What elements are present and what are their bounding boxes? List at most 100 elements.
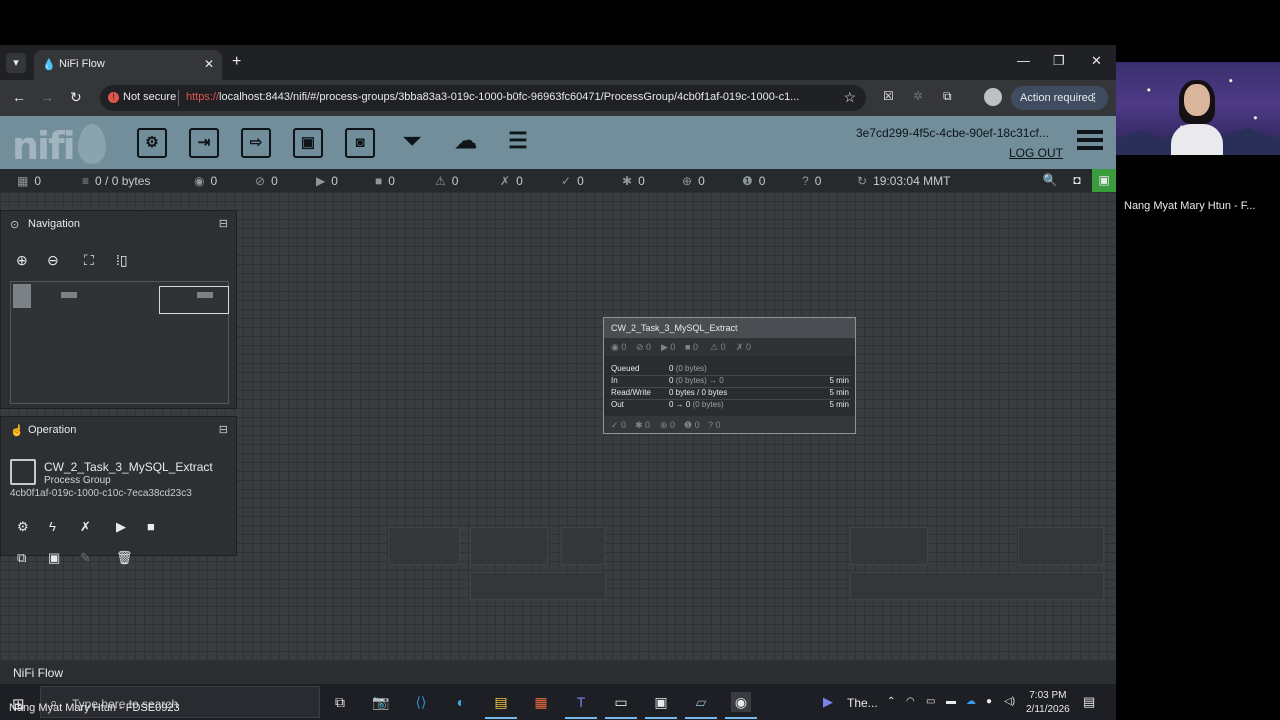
close-window-icon[interactable]: ✕ — [1091, 53, 1102, 69]
tab-close-icon[interactable]: ✕ — [204, 57, 214, 71]
notepad-icon[interactable]: ▱ — [691, 692, 711, 712]
remote-process-group-tool-icon[interactable]: ◙ — [345, 128, 375, 158]
app-window-icon[interactable]: ▣ — [651, 692, 671, 712]
bookmark-star-icon[interactable]: ☆ — [843, 89, 856, 106]
new-tab-button[interactable]: + — [232, 53, 241, 71]
tab-nifi-flow[interactable]: 💧 NiFi Flow ✕ — [34, 50, 222, 80]
funnel-tool-icon[interactable]: ⏷ — [397, 128, 427, 158]
divider — [178, 90, 179, 106]
process-group-title-bar[interactable]: CW_2_Task_3_MySQL_Extract — [604, 318, 855, 338]
navigation-header[interactable]: ⊙ Navigation ⊟ — [1, 211, 236, 239]
color-brush-icon[interactable]: ✎ — [80, 550, 91, 566]
actual-size-icon[interactable]: ⁞▯ — [116, 252, 128, 269]
extension-x-icon[interactable]: ☒ — [883, 89, 894, 103]
tab-title: NiFi Flow — [59, 58, 105, 70]
minimize-icon[interactable]: — — [1017, 53, 1030, 68]
process-group-tool-icon[interactable]: ▣ — [293, 128, 323, 158]
processor-tool-icon[interactable]: ⚙ — [137, 128, 167, 158]
copy-icon[interactable]: ⧉ — [17, 550, 26, 566]
breadcrumb-root[interactable]: NiFi Flow — [13, 666, 63, 680]
zoom-out-icon[interactable]: ⊖ — [47, 252, 59, 269]
last-refreshed[interactable]: ↻ 19:03:04 MMT — [857, 174, 950, 188]
active-indicator — [685, 717, 717, 719]
reload-icon[interactable]: ↻ — [70, 89, 82, 106]
participant-name: Nang Myat Mary Htun - FDSE0923 — [9, 702, 180, 714]
bulletin-board-icon[interactable]: ▣ — [1092, 169, 1116, 192]
zoom-meeting-icon[interactable]: ▶ — [823, 694, 833, 710]
forward-icon[interactable]: → — [40, 89, 54, 105]
configure-gear-icon[interactable]: ⚙ — [17, 519, 29, 535]
back-icon[interactable]: ← — [12, 89, 26, 105]
output-port-tool-icon[interactable]: ⇨ — [241, 128, 271, 158]
active-indicator — [605, 717, 637, 719]
navigation-title: Navigation — [28, 218, 80, 230]
group-icon[interactable]: ▣ — [48, 550, 60, 566]
nifi-drop-icon — [78, 124, 106, 164]
restore-icon[interactable]: ❐ — [1053, 53, 1065, 69]
canvas-shadow — [850, 527, 928, 565]
chevron-up-icon[interactable]: ⌃ — [887, 696, 895, 707]
search-icon[interactable]: 🔍 — [1038, 169, 1062, 192]
start-play-icon[interactable]: ▶ — [116, 519, 126, 535]
action-required-button[interactable]: Action required ⋮ — [1011, 86, 1108, 110]
edge-icon[interactable]: ◐ — [451, 692, 471, 712]
template-tool-icon[interactable]: ☁ — [451, 128, 481, 158]
stop-square-icon[interactable]: ■ — [147, 519, 155, 534]
vscode-icon[interactable]: ⟨⟩ — [411, 692, 431, 712]
terminal-icon[interactable]: ▭ — [611, 692, 631, 712]
volume-icon[interactable]: ◁) — [1004, 696, 1015, 707]
browser-toolbar: ← → ↻ ! Not secure https://localhost:844… — [0, 80, 1116, 116]
tab-bar: ▾ 💧 NiFi Flow ✕ + — ❐ ✕ — [0, 45, 1116, 80]
birdseye-view[interactable] — [10, 281, 229, 404]
disable-icon[interactable]: ✗ — [80, 519, 91, 535]
sync-failure-count: ? 0 — [802, 174, 822, 188]
microphone-icon[interactable]: ● — [986, 696, 992, 707]
zoom-in-icon[interactable]: ⊕ — [16, 252, 28, 269]
not-secure-label[interactable]: Not secure — [123, 91, 176, 103]
network-icon[interactable]: ◠ — [906, 696, 915, 707]
process-group-counts: ◉ 0 ⊘ 0 ▶ 0 ■ 0 ⚠ 0 ✗ 0 — [604, 338, 855, 356]
global-menu-icon[interactable] — [1077, 130, 1103, 150]
question-icon: ? — [802, 174, 809, 188]
tab-search-button[interactable]: ▾ — [6, 53, 26, 73]
url-text[interactable]: https://localhost:8443/nifi/#/process-gr… — [186, 91, 846, 103]
stopped-icon: ■ — [375, 174, 383, 188]
flow-canvas[interactable]: ⊙ Navigation ⊟ ⊕ ⊖ ⛶ ⁞▯ ☝ Operation ⊟ CW… — [0, 192, 1116, 661]
task-view-icon[interactable]: ⧉ — [330, 692, 350, 712]
winrar-icon[interactable]: ▦ — [531, 692, 551, 712]
collapse-icon[interactable]: ⊟ — [219, 423, 228, 436]
process-group-footer: ✓ 0 ✱ 0 ⊕ 0 ❶ 0 ? 0 — [604, 416, 855, 433]
collapse-icon[interactable]: ⊟ — [219, 217, 228, 230]
locally-modified-stale-count: ❶0 — [742, 174, 766, 188]
address-bar[interactable]: ! Not secure https://localhost:8443/nifi… — [100, 85, 866, 111]
input-port-tool-icon[interactable]: ⇥ — [189, 128, 219, 158]
enable-bolt-icon[interactable]: ϟ — [49, 519, 56, 534]
teams-icon[interactable]: T — [571, 692, 591, 712]
clock[interactable]: 7:03 PM 2/11/2026 — [1026, 689, 1070, 717]
running-count: ▶ 0 — [661, 342, 676, 352]
url-scheme: https:// — [186, 91, 220, 103]
transmitting-icon: ◉ — [194, 174, 205, 188]
onedrive-cloud-icon[interactable]: ☁ — [966, 696, 976, 707]
camera-icon[interactable]: ◘ — [1065, 169, 1089, 192]
chrome-icon[interactable]: ◉ — [731, 692, 751, 712]
file-explorer-icon[interactable]: ▤ — [491, 692, 511, 712]
fit-icon[interactable]: ⛶ — [84, 252, 94, 269]
extensions-puzzle-icon[interactable]: ⧉ — [943, 89, 952, 104]
device-icon[interactable]: ▬ — [946, 696, 956, 707]
profile-avatar[interactable] — [984, 88, 1002, 106]
more-menu-icon: ⋮ — [1089, 92, 1100, 104]
notification-icon[interactable]: ▤ — [1083, 694, 1095, 710]
extension-icon[interactable]: ✲ — [913, 89, 923, 103]
process-group-box[interactable]: CW_2_Task_3_MySQL_Extract ◉ 0 ⊘ 0 ▶ 0 ■ … — [603, 317, 856, 434]
meeting-label[interactable]: The... — [847, 696, 878, 710]
delete-trash-icon[interactable]: 🗑 — [116, 550, 133, 566]
operation-header[interactable]: ☝ Operation ⊟ — [1, 417, 236, 445]
birdseye-viewport[interactable] — [159, 286, 229, 314]
participant-video-label: Nang Myat Mary Htun - F... — [1124, 200, 1256, 212]
logout-link[interactable]: LOG OUT — [1009, 146, 1063, 160]
battery-icon[interactable]: ▭ — [926, 696, 935, 707]
clock-date: 2/11/2026 — [1026, 704, 1070, 715]
label-tool-icon[interactable]: ☰ — [503, 128, 533, 158]
camera-app-icon[interactable]: 📷 — [371, 692, 391, 712]
